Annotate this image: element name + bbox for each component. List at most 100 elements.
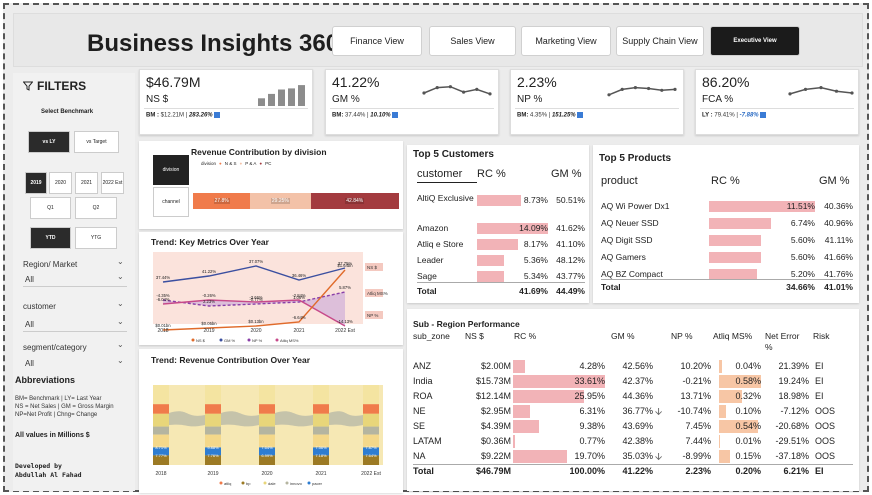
- tab-executive-view[interactable]: Executive View: [710, 26, 800, 56]
- kpi-fca-benchmark: LY : 79.41% | -7.88%: [702, 112, 767, 119]
- subzone-name[interactable]: ROA: [413, 391, 433, 401]
- abbr-line: NS = Net Sales | GM = Gross Margin: [15, 404, 114, 410]
- right-label: Atliq MS%: [367, 291, 388, 296]
- filters-heading: FILTERS: [23, 79, 86, 93]
- gm-value: 41.76%: [824, 269, 853, 279]
- quarter-q1-button[interactable]: Q1: [30, 197, 71, 219]
- customer-name[interactable]: Amazon: [417, 223, 477, 233]
- right-label: NP %: [367, 313, 378, 318]
- legend-dot: ●: [239, 161, 243, 166]
- chevron-down-icon[interactable]: ⌄: [117, 356, 124, 365]
- subzone-name[interactable]: Total: [413, 466, 434, 476]
- product-name[interactable]: AQ Digit SSD: [601, 235, 653, 245]
- customer-name[interactable]: Atliq e Store: [417, 239, 477, 249]
- chevron-down-icon[interactable]: ⌄: [117, 340, 124, 349]
- total-rc: 34.66%: [786, 282, 815, 292]
- column-header[interactable]: NS $: [465, 331, 484, 341]
- subzone-name[interactable]: SE: [413, 421, 425, 431]
- subzone-name[interactable]: India: [413, 376, 433, 386]
- kpi-card-np[interactable]: 2.23% NP % BM: 4.35% | 151.25%: [510, 69, 684, 135]
- rc-value: 19.70%: [574, 451, 605, 461]
- kpi-fca-label: FCA %: [702, 94, 734, 105]
- segment-label: 27.8%: [213, 198, 230, 204]
- column-header[interactable]: NP %: [671, 331, 693, 341]
- chevron-down-icon[interactable]: ⌄: [117, 317, 124, 326]
- tab-supply-chain-view[interactable]: Supply Chain View: [616, 26, 704, 56]
- kpi-np-benchmark: BM: 4.35% | 151.25%: [517, 112, 584, 119]
- bm-value: $12.21M: [160, 112, 185, 119]
- benchmark-vs-target-button[interactable]: vs Target: [74, 131, 119, 153]
- np-value: 10.20%: [680, 361, 711, 371]
- customer-name[interactable]: Leader: [417, 255, 477, 265]
- spark-bar: [288, 88, 295, 106]
- column-header[interactable]: RC %: [514, 331, 536, 341]
- customer-filter-value[interactable]: All: [25, 320, 34, 329]
- region-filter-value[interactable]: All: [25, 275, 34, 284]
- subzone-name[interactable]: NA: [413, 451, 426, 461]
- column-header[interactable]: Atliq MS%: [713, 331, 752, 341]
- kpi-ns-value: $46.79M: [146, 74, 201, 90]
- customer-name[interactable]: Sage: [417, 271, 477, 281]
- stream-band: [205, 413, 221, 427]
- spark-bar: [298, 85, 305, 106]
- np-sparkline: [607, 86, 677, 97]
- column-header[interactable]: Net Error %: [765, 331, 809, 353]
- product-name[interactable]: AQ Wi Power Dx1: [601, 201, 670, 211]
- period-ytd-button[interactable]: YTD: [30, 227, 71, 249]
- column-header[interactable]: GM %: [611, 331, 635, 341]
- subzone-name[interactable]: ANZ: [413, 361, 431, 371]
- division-segment[interactable]: 27.8%: [193, 193, 251, 209]
- rc-value: 25.95%: [574, 391, 605, 401]
- data-label: -0.26%: [202, 293, 216, 298]
- benchmark-vs-ly-button[interactable]: vs LY: [28, 131, 70, 153]
- column-header[interactable]: Risk: [813, 331, 830, 341]
- revenue-division-title: Revenue Contribution by division: [191, 147, 327, 157]
- division-segment[interactable]: 42.84%: [310, 193, 399, 209]
- spark-point: [788, 92, 792, 96]
- gm-value: 35.03%: [622, 451, 653, 461]
- app-title: Business Insights 360: [87, 30, 340, 57]
- tab-sales-view[interactable]: Sales View: [429, 26, 516, 56]
- kpi-card-gm[interactable]: 41.22% GM % BM: 37.44% | 10.10%: [325, 69, 499, 135]
- tab-finance-view[interactable]: Finance View: [332, 26, 422, 56]
- top-products-panel: Top 5 Products product RC % GM % AQ Wi P…: [593, 145, 859, 303]
- stream-band: [363, 385, 379, 405]
- product-name[interactable]: AQ Neuer SSD: [601, 218, 659, 228]
- period-ytg-button[interactable]: YTG: [75, 227, 117, 249]
- trend-key-metrics-chart: 37.44%41.22%37.07%36.46%37.75%-4.35%2.23…: [153, 252, 388, 343]
- subzone-name[interactable]: LATAM: [413, 436, 442, 446]
- customer-name[interactable]: AltiQ Exclusive: [417, 193, 477, 203]
- channel-selector-button[interactable]: channel: [153, 187, 189, 217]
- year-2020-button[interactable]: 2020: [49, 172, 72, 194]
- legend-dot: [285, 481, 289, 485]
- data-label: 2.23%: [203, 299, 215, 304]
- quarter-q2-button[interactable]: Q2: [75, 197, 117, 219]
- chevron-down-icon[interactable]: ⌄: [117, 257, 124, 266]
- column-header[interactable]: sub_zone: [413, 331, 450, 341]
- developer-credit: Developed by Abdullah Al Fahad: [15, 462, 82, 480]
- year-2021-button[interactable]: 2021: [75, 172, 98, 194]
- stream-band: [259, 413, 275, 427]
- product-column-header: product: [601, 175, 638, 187]
- data-label: 7.64%: [365, 453, 377, 458]
- region-filter-label: Region/ Market: [23, 260, 78, 269]
- division-segment[interactable]: 29.25%: [250, 193, 311, 209]
- year-2019-button[interactable]: 2019: [25, 172, 47, 194]
- kpi-card-fca[interactable]: 86.20% FCA % LY : 79.41% | -7.88%: [695, 69, 859, 135]
- chevron-down-icon[interactable]: ⌄: [117, 272, 124, 281]
- segment-label: 29.25%: [270, 198, 290, 204]
- subregion-title: Sub - Region Performance: [413, 319, 520, 329]
- division-selector-button[interactable]: division: [153, 155, 189, 185]
- net-error-value: -20.68%: [775, 421, 809, 431]
- product-name[interactable]: AQ BZ Compact: [601, 269, 663, 279]
- chevron-down-icon[interactable]: ⌄: [117, 299, 124, 308]
- segment-filter-value[interactable]: All: [25, 359, 34, 368]
- product-name[interactable]: AQ Gamers: [601, 252, 646, 262]
- tab-marketing-view[interactable]: Marketing View: [521, 26, 611, 56]
- year-2022-est-button[interactable]: 2022 Est: [101, 172, 124, 194]
- kpi-card-ns[interactable]: $46.79M NS $ BM : $12.21M | 283.26%: [139, 69, 313, 135]
- header-bar: Business Insights 360 Finance View Sales…: [13, 13, 863, 67]
- subzone-name[interactable]: NE: [413, 406, 426, 416]
- kpi-np-label: NP %: [517, 94, 543, 105]
- atliq-ms-value: 0.01%: [735, 436, 761, 446]
